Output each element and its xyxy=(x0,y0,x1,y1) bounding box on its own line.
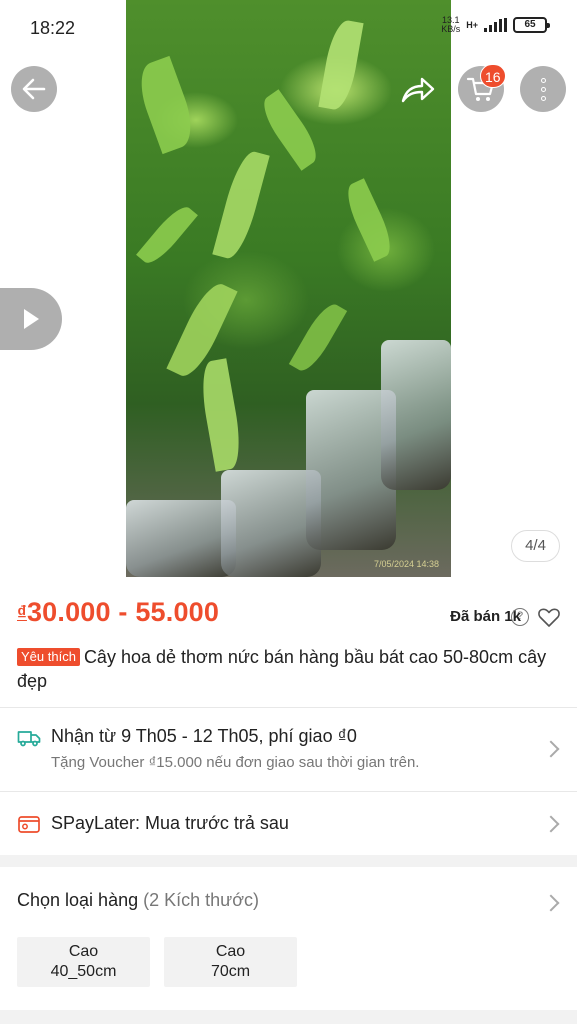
signal-icon xyxy=(484,18,507,32)
variant-option-40-50cm[interactable]: Cao 40_50cm xyxy=(17,937,150,987)
section-gap xyxy=(0,855,577,867)
variant-selector-title: Chọn loại hàng (2 Kích thước) xyxy=(17,890,260,910)
question-icon[interactable]: ? xyxy=(511,608,529,626)
price-value: 30.000 - 55.000 xyxy=(26,597,220,627)
product-title: Yêu thích Cây hoa dẻ thơm nức bán hàng bầ… xyxy=(17,645,562,693)
network-speed: 13.1 KB/s xyxy=(441,15,461,34)
chevron-right-icon xyxy=(542,894,560,912)
variant-count: (2 Kích thước) xyxy=(143,890,260,910)
arrow-left-icon xyxy=(22,78,46,100)
product-image-gallery[interactable]: 7/05/2024 14:38 18:22 13.1 KB/s H+ 65 16 xyxy=(0,0,577,577)
play-icon xyxy=(24,309,39,329)
shipping-date: Nhận từ 9 Th05 - 12 Th05, phí giao ₫0 xyxy=(51,726,357,746)
product-title-text: Cây hoa dẻ thơm nức bán hàng bầu bát cao… xyxy=(17,647,547,691)
chevron-right-icon xyxy=(542,815,560,833)
shipping-voucher-note: Tặng Voucher ₫15.000 nếu đơn giao sau th… xyxy=(51,754,420,771)
cart-count-badge: 16 xyxy=(480,64,506,88)
play-video-button[interactable] xyxy=(0,288,62,350)
battery-icon: 65 xyxy=(513,17,550,33)
chevron-right-icon xyxy=(542,740,560,758)
share-icon xyxy=(401,77,435,103)
favorite-badge: Yêu thích xyxy=(17,648,80,666)
variant-option-70cm[interactable]: Cao 70cm xyxy=(164,937,297,987)
currency-symbol: ₫ xyxy=(17,603,27,624)
wallet-icon xyxy=(18,816,40,833)
image-counter: 4/4 xyxy=(511,530,560,562)
truck-icon xyxy=(17,731,41,747)
back-button[interactable] xyxy=(11,66,57,112)
photo-timestamp: 7/05/2024 14:38 xyxy=(373,559,439,569)
heart-icon[interactable] xyxy=(537,605,561,629)
network-type: H+ xyxy=(466,20,478,30)
status-indicators: 13.1 KB/s H+ 65 xyxy=(441,15,550,34)
status-time: 18:22 xyxy=(30,18,76,38)
more-vertical-icon xyxy=(540,77,546,101)
divider xyxy=(0,791,577,792)
section-gap xyxy=(0,1010,577,1024)
more-options-button[interactable] xyxy=(520,66,566,112)
spaylater-label: SPayLater: Mua trước trả sau xyxy=(51,813,289,833)
share-button[interactable] xyxy=(398,70,438,110)
price-range: ₫30.000 - 55.000 xyxy=(17,597,219,628)
divider xyxy=(0,707,577,708)
